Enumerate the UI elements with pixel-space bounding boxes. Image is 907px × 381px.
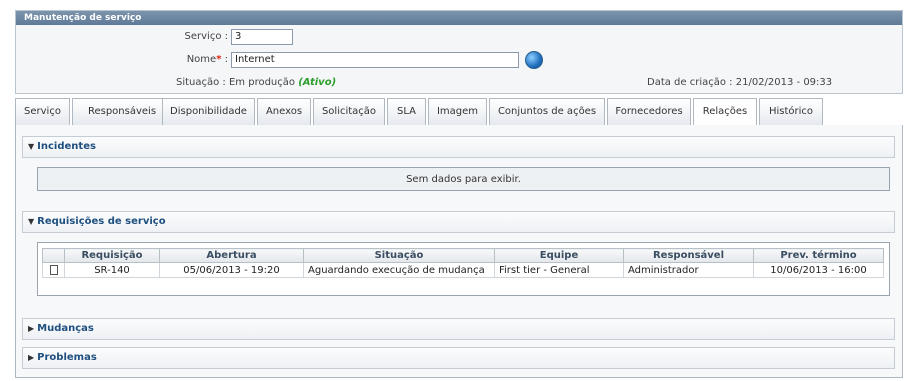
tab-servico[interactable]: Serviço: [15, 98, 70, 125]
icon-column-header: [42, 248, 65, 263]
nome-label-text: Nome: [186, 54, 217, 65]
equipe-cell: First tier - General: [494, 262, 624, 278]
section-mudancas[interactable]: ▶ Mudanças: [22, 318, 895, 340]
nome-label-colon: :: [224, 54, 228, 65]
globe-icon[interactable]: [525, 51, 543, 69]
tab-relacoes[interactable]: Relações: [693, 98, 757, 126]
nome-label: Nome* :: [150, 54, 228, 65]
document-icon[interactable]: [49, 264, 58, 275]
window-title: Manutenção de serviço: [16, 11, 902, 25]
empty-message: Sem dados para exibir.: [37, 167, 890, 191]
collapsed-triangle-icon: ▶: [28, 324, 35, 333]
prev-termino-cell: 10/06/2013 - 16:00: [753, 262, 884, 278]
situacao-cell: Aguardando execução de mudança: [303, 262, 495, 278]
requisicao-cell[interactable]: SR-140: [64, 262, 160, 278]
column-header[interactable]: Situação: [303, 248, 495, 263]
tab-bar: Serviço Responsáveis Disponibilidade Ane…: [15, 98, 903, 126]
tab-sla[interactable]: SLA: [387, 98, 426, 125]
section-requisicoes[interactable]: ▼ Requisições de serviço: [22, 211, 895, 233]
requests-grid: Requisição Abertura Situação Equipe Resp…: [37, 242, 890, 296]
tab-responsaveis[interactable]: Responsáveis: [72, 98, 172, 125]
tab-solicitacao[interactable]: Solicitação: [313, 98, 385, 125]
tab-historico[interactable]: Histórico: [759, 98, 823, 125]
required-marker: *: [216, 54, 222, 65]
section-problemas[interactable]: ▶ Problemas: [22, 347, 895, 369]
column-header[interactable]: Equipe: [494, 248, 624, 263]
responsavel-cell: Administrador: [623, 262, 754, 278]
nome-field[interactable]: Internet: [231, 52, 519, 68]
tab-fornecedores[interactable]: Fornecedores: [607, 98, 691, 125]
tab-conjuntos-de-acoes[interactable]: Conjuntos de ações: [489, 98, 605, 125]
creation-date: Data de criação : 21/02/2013 - 09:33: [647, 77, 833, 88]
table-row[interactable]: SR-140 05/06/2013 - 19:20 Aguardando exe…: [42, 262, 884, 278]
tab-anexos[interactable]: Anexos: [257, 98, 311, 125]
table-header-row: Requisição Abertura Situação Equipe Resp…: [42, 248, 884, 263]
row-icon-cell[interactable]: [42, 262, 65, 278]
collapsed-triangle-icon: ▶: [28, 353, 35, 362]
expanded-triangle-icon: ▼: [28, 142, 35, 151]
column-header[interactable]: Abertura: [159, 248, 304, 263]
expanded-triangle-icon: ▼: [28, 217, 35, 226]
situacao-line: Situação : Em produção (Ativo): [176, 77, 336, 88]
situacao-text: Situação : Em produção: [176, 77, 296, 88]
section-mudancas-title: Mudanças: [37, 323, 94, 334]
column-header[interactable]: Requisição: [64, 248, 160, 263]
tab-disponibilidade[interactable]: Disponibilidade: [162, 98, 255, 125]
section-incidentes[interactable]: ▼ Incidentes: [22, 136, 895, 158]
column-header[interactable]: Prev. término: [753, 248, 884, 263]
section-incidentes-title: Incidentes: [37, 141, 96, 152]
abertura-cell: 05/06/2013 - 19:20: [159, 262, 304, 278]
status-badge: (Ativo): [298, 77, 337, 88]
section-requisicoes-title: Requisições de serviço: [37, 216, 166, 227]
servico-label: Serviço :: [184, 31, 228, 42]
column-header[interactable]: Responsável: [623, 248, 754, 263]
servico-field[interactable]: 3: [231, 29, 293, 45]
requests-table: Requisição Abertura Situação Equipe Resp…: [42, 248, 884, 278]
tab-imagem[interactable]: Imagem: [428, 98, 487, 125]
section-problemas-title: Problemas: [37, 352, 97, 363]
